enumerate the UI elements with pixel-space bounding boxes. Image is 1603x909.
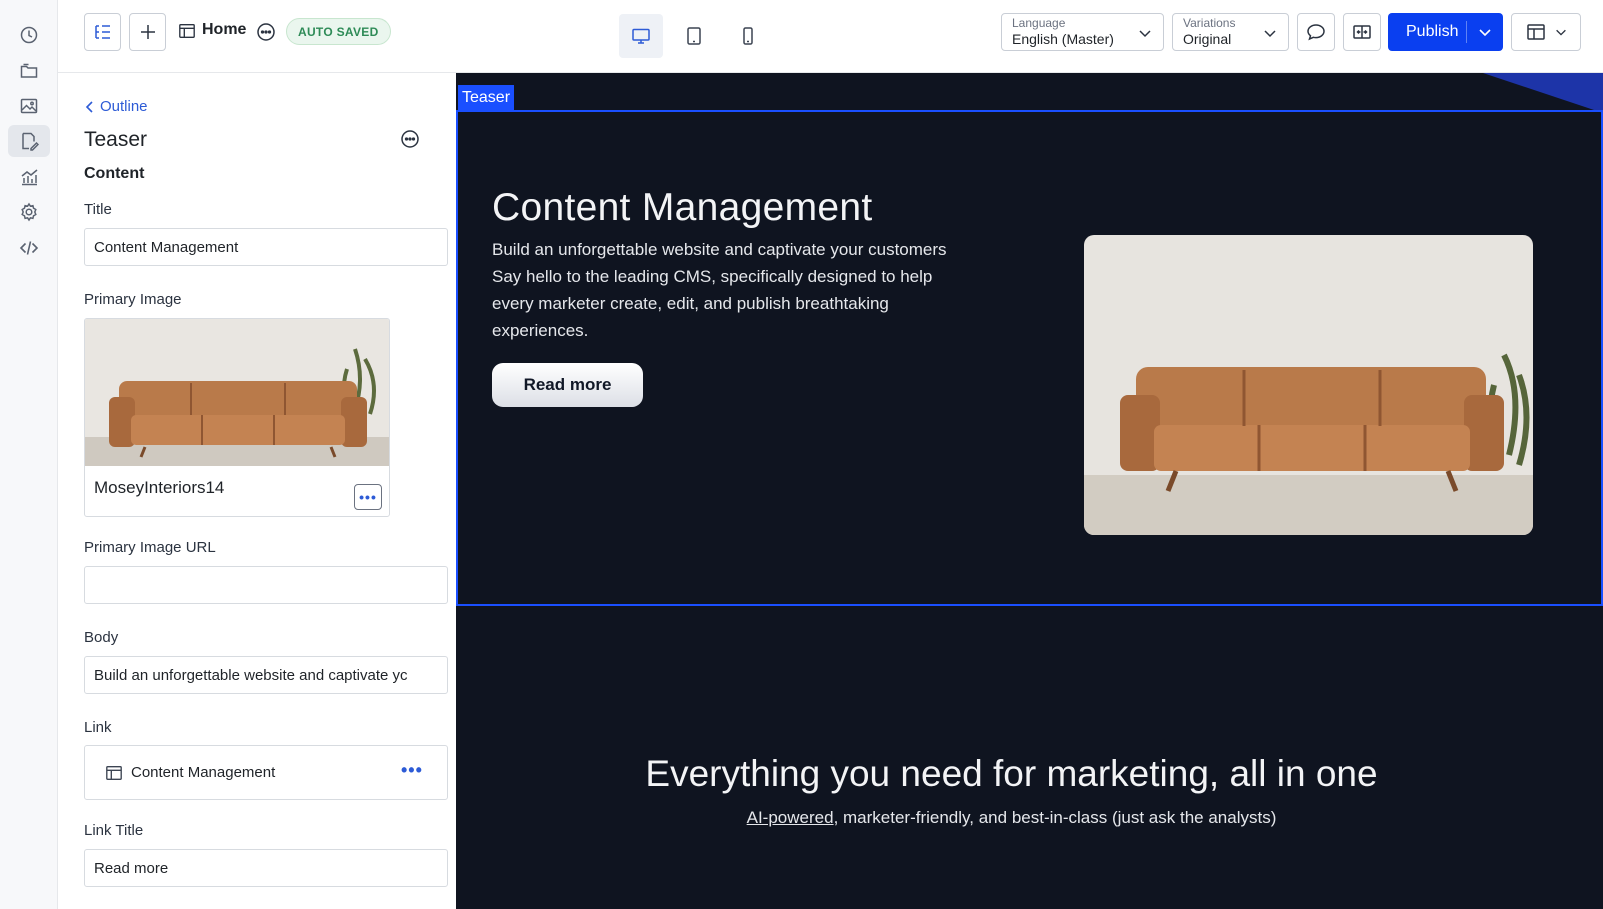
tablet-view-button[interactable] [672,14,716,58]
primary-image-url-input[interactable] [84,566,448,604]
page-editor-button[interactable] [8,125,50,157]
image-options-button[interactable]: ••• [354,484,382,510]
body-label: Body [84,629,119,646]
chevron-left-icon [85,100,93,113]
folder-icon [20,63,38,78]
status-badge: AUTO SAVED [286,18,391,45]
publish-divider [1466,21,1467,43]
sofa-thumbnail [85,319,389,466]
add-button[interactable] [129,13,166,51]
hero-title[interactable]: Content Management [492,186,872,230]
properties-panel: Outline Teaser Content Title Content Man… [58,73,456,909]
page-icon [106,766,122,780]
title-input[interactable]: Content Management [84,228,448,266]
language-caption: Language [1012,16,1066,30]
chevron-down-icon [1264,30,1276,38]
outline-toggle-button[interactable] [84,13,121,51]
link-title-input[interactable]: Read more [84,849,448,887]
hero-image[interactable] [1084,235,1533,535]
primary-image-url-label: Primary Image URL [84,539,216,556]
settings-icon [21,202,37,222]
analytics-icon [21,169,38,186]
read-more-button[interactable]: Read more [492,363,643,407]
section2-subtitle-text: , marketer-friendly, and best-in-class (… [833,808,1277,827]
language-value: English (Master) [1012,31,1114,47]
chevron-down-icon[interactable] [1477,24,1493,40]
link-title-label: Link Title [84,822,144,839]
layout-icon [1527,24,1545,40]
top-toolbar: Home AUTO SAVED Language English (Master… [58,0,1603,73]
media-button[interactable] [8,90,50,122]
desktop-view-button[interactable] [619,14,663,58]
more-icon[interactable] [400,129,420,149]
link-value: Content Management [131,764,276,781]
image-name: MoseyInteriors14 [94,478,225,497]
edit-page-icon [22,132,39,151]
section2-title[interactable]: Everything you need for marketing, all i… [456,753,1567,795]
compare-icon [1353,25,1371,39]
primary-image-card[interactable]: MoseyInteriors14 ••• [84,318,390,517]
clock-icon [20,26,38,44]
link-field[interactable]: Content Management ••• [84,745,448,800]
body-input[interactable]: Build an unforgettable website and capti… [84,656,448,694]
publish-button[interactable]: Publish [1388,13,1503,51]
chevron-down-icon [1556,29,1566,36]
mobile-icon [743,27,753,45]
back-to-outline-link[interactable]: Outline [84,98,148,115]
page-preview-canvas: Teaser Content Management Build an unfor… [456,73,1603,909]
chevron-down-icon [1139,30,1151,38]
title-label: Title [84,201,112,218]
section-heading: Content [84,165,145,182]
teaser-tag[interactable]: Teaser [458,85,515,110]
comments-button[interactable] [1297,13,1335,51]
hero-body[interactable]: Build an unforgettable website and capti… [492,236,962,344]
section2-subtitle[interactable]: AI-powered, marketer-friendly, and best-… [456,808,1567,828]
more-icon[interactable] [256,22,276,42]
back-label: Outline [100,98,148,115]
sofa-image [1084,235,1533,535]
outline-icon [94,25,110,39]
analytics-button[interactable] [8,161,50,193]
developer-button[interactable] [8,232,50,264]
page-name[interactable]: Home [202,21,246,39]
ai-powered-link[interactable]: AI-powered [747,808,834,827]
page-icon [179,24,195,38]
primary-image-label: Primary Image [84,291,182,308]
panel-title: Teaser [84,128,148,151]
link-label: Link [84,719,112,736]
files-button[interactable] [8,55,50,87]
tablet-icon [687,27,701,45]
settings-button[interactable] [8,196,50,228]
variations-select[interactable]: Variations Original [1172,13,1289,51]
app-root: Home AUTO SAVED Language English (Master… [0,0,1603,909]
plus-icon [140,25,155,39]
comment-icon [1307,24,1325,41]
publish-label: Publish [1406,23,1459,40]
compare-button[interactable] [1343,13,1381,51]
corner-decoration [1483,73,1603,113]
image-icon [20,98,38,114]
code-icon [19,241,39,255]
desktop-icon [632,28,650,44]
mobile-view-button[interactable] [726,14,770,58]
language-select[interactable]: Language English (Master) [1001,13,1164,51]
layout-button[interactable] [1511,13,1581,51]
icon-rail [0,0,58,909]
link-options-button[interactable]: ••• [401,760,423,781]
history-button[interactable] [8,19,50,51]
